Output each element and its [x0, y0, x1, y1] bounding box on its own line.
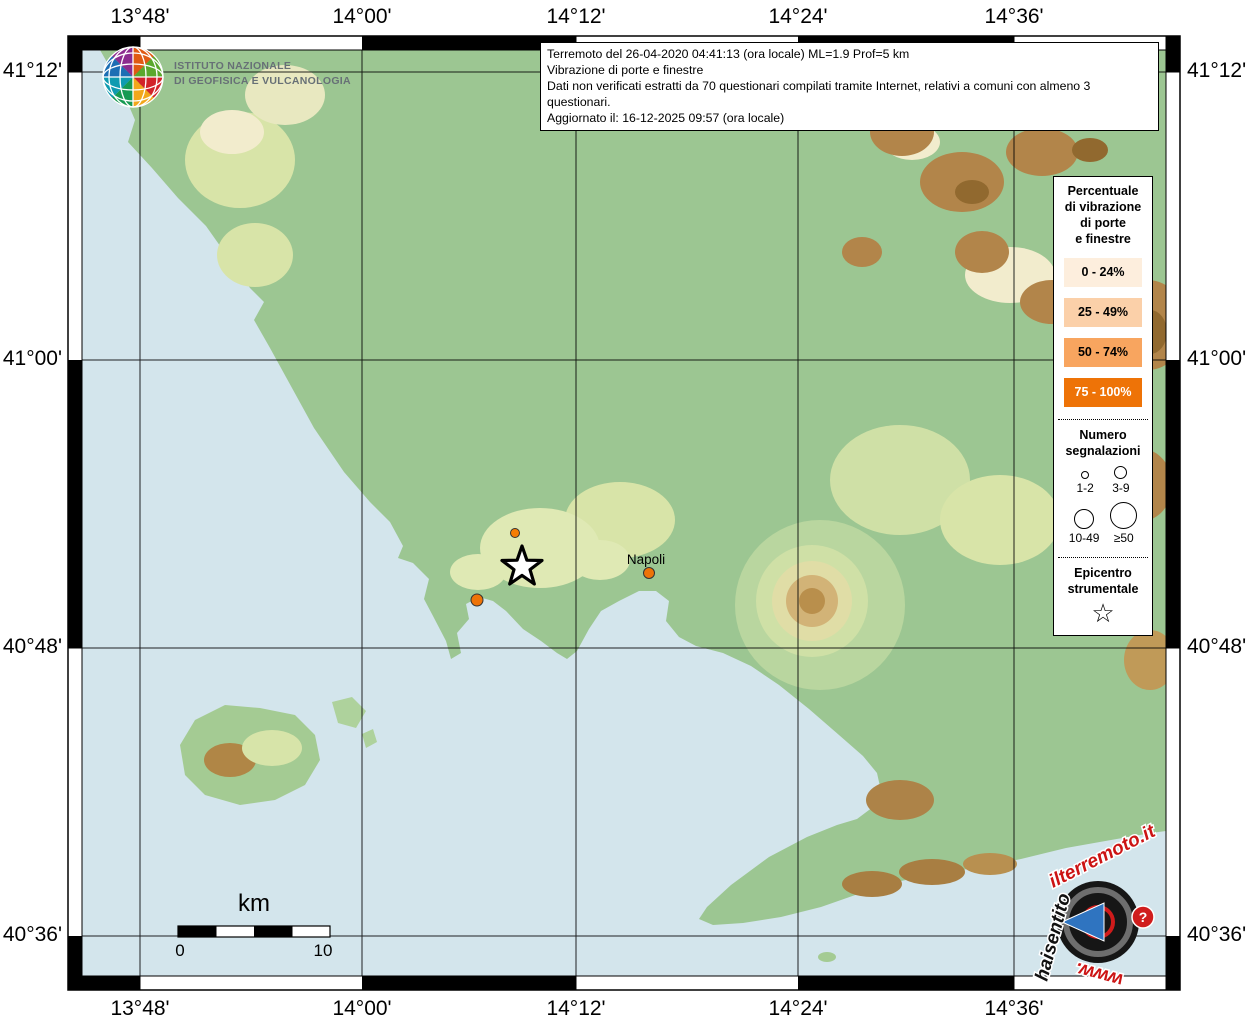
event-updated-at: Aggiornato il: 16-12-2025 09:57 (ora loc…	[547, 111, 785, 125]
axis-label-right-2: 40°48'	[1187, 635, 1247, 658]
axis-label-right-3: 40°36'	[1187, 923, 1247, 946]
axis-label-bottom-1: 14°00'	[332, 997, 392, 1020]
legend-count-item: 1-2	[1076, 471, 1094, 495]
count-label: ≥50	[1113, 531, 1134, 545]
scale-bar-unit-label: km	[238, 890, 270, 917]
felt-report-map-page: ? haisentito ilterremoto.it www. 13°48' …	[0, 0, 1255, 1024]
legend-counts-title-line: Numero	[1079, 428, 1127, 442]
legend-separator	[1058, 419, 1148, 420]
legend-title-line: Percentuale	[1067, 184, 1139, 198]
legend-class-swatch-2: 50 - 74%	[1064, 338, 1142, 367]
report-dot	[470, 593, 484, 607]
axis-label-top-2: 14°12'	[546, 5, 606, 28]
count-circle-icon	[1114, 466, 1128, 479]
axis-label-top-3: 14°24'	[768, 5, 828, 28]
count-label: 10-49	[1068, 531, 1100, 545]
axis-label-right-0: 41°12'	[1187, 59, 1247, 82]
ingv-globe-icon	[102, 46, 164, 108]
vesuvius-relief	[735, 520, 905, 690]
count-circle-icon	[1074, 509, 1095, 529]
legend-count-item: 3-9	[1112, 466, 1130, 495]
ingv-logo: ISTITUTO NAZIONALE DI GEOFISICA E VULCAN…	[98, 42, 398, 114]
legend-panel: Percentuale di vibrazione di porte e fin…	[1053, 176, 1153, 636]
axis-label-top-4: 14°36'	[984, 5, 1044, 28]
event-data-note: Dati non verificati estratti da 70 quest…	[547, 79, 1091, 109]
city-label-napoli: Napoli	[626, 552, 666, 567]
hsit-question-mark: ?	[1139, 909, 1148, 925]
axis-label-left-3: 40°36'	[2, 923, 62, 946]
legend-class-swatch-3: 75 - 100%	[1064, 378, 1142, 407]
axis-label-top-0: 13°48'	[110, 5, 170, 28]
axis-label-left-0: 41°12'	[2, 59, 62, 82]
legend-count-row-small: 1-2 3-9	[1058, 466, 1148, 495]
island-ischia-plain	[242, 730, 302, 766]
axis-label-bottom-3: 14°24'	[768, 997, 828, 1020]
legend-epicenter-title-line: Epicentro	[1074, 566, 1132, 580]
count-label: 3-9	[1112, 481, 1130, 495]
axis-label-bottom-0: 13°48'	[110, 997, 170, 1020]
map-canvas	[82, 50, 1166, 976]
axis-label-left-2: 40°48'	[2, 635, 62, 658]
legend-class-swatch-0: 0 - 24%	[1064, 258, 1142, 287]
report-dot	[510, 528, 520, 538]
legend-counts-title-line: segnalazioni	[1065, 444, 1141, 458]
legend-count-item: 10-49	[1068, 509, 1100, 545]
event-effect: Vibrazione di porte e finestre	[547, 63, 704, 77]
ingv-logo-line1: ISTITUTO NAZIONALE	[174, 60, 292, 72]
report-dot-napoli	[643, 567, 655, 579]
axis-label-top-1: 14°00'	[332, 5, 392, 28]
ingv-logo-line2: DI GEOFISICA E VULCANOLOGIA	[174, 74, 351, 87]
axis-label-right-1: 41°00'	[1187, 347, 1247, 370]
event-headline: Terremoto del 26-04-2020 04:41:13 (ora l…	[547, 47, 910, 61]
legend-separator	[1058, 557, 1148, 558]
legend-class-swatch-1: 25 - 49%	[1064, 298, 1142, 327]
legend-count-row-large: 10-49 ≥50	[1058, 502, 1148, 545]
scale-bar-end-label: 10	[313, 941, 333, 960]
axis-label-left-1: 41°00'	[2, 347, 62, 370]
count-circle-icon	[1110, 502, 1138, 529]
legend-title-line: e finestre	[1075, 232, 1131, 246]
legend-title-line: di vibrazione	[1064, 200, 1142, 214]
scale-bar	[177, 925, 331, 938]
legend-epicenter-title-line: strumentale	[1067, 582, 1139, 596]
legend-count-item: ≥50	[1110, 502, 1138, 545]
scale-bar-start-label: 0	[175, 941, 185, 960]
legend-title-line: di porte	[1080, 216, 1126, 230]
count-label: 1-2	[1076, 481, 1094, 495]
event-info-box: Terremoto del 26-04-2020 04:41:13 (ora l…	[540, 42, 1159, 131]
ingv-logo-text: ISTITUTO NAZIONALE DI GEOFISICA E VULCAN…	[174, 59, 351, 88]
count-circle-icon	[1081, 471, 1090, 479]
axis-label-bottom-4: 14°36'	[984, 997, 1044, 1020]
island-capri	[818, 952, 836, 962]
axis-label-bottom-2: 14°12'	[546, 997, 606, 1020]
epicenter-star-icon: ☆	[1091, 598, 1115, 628]
